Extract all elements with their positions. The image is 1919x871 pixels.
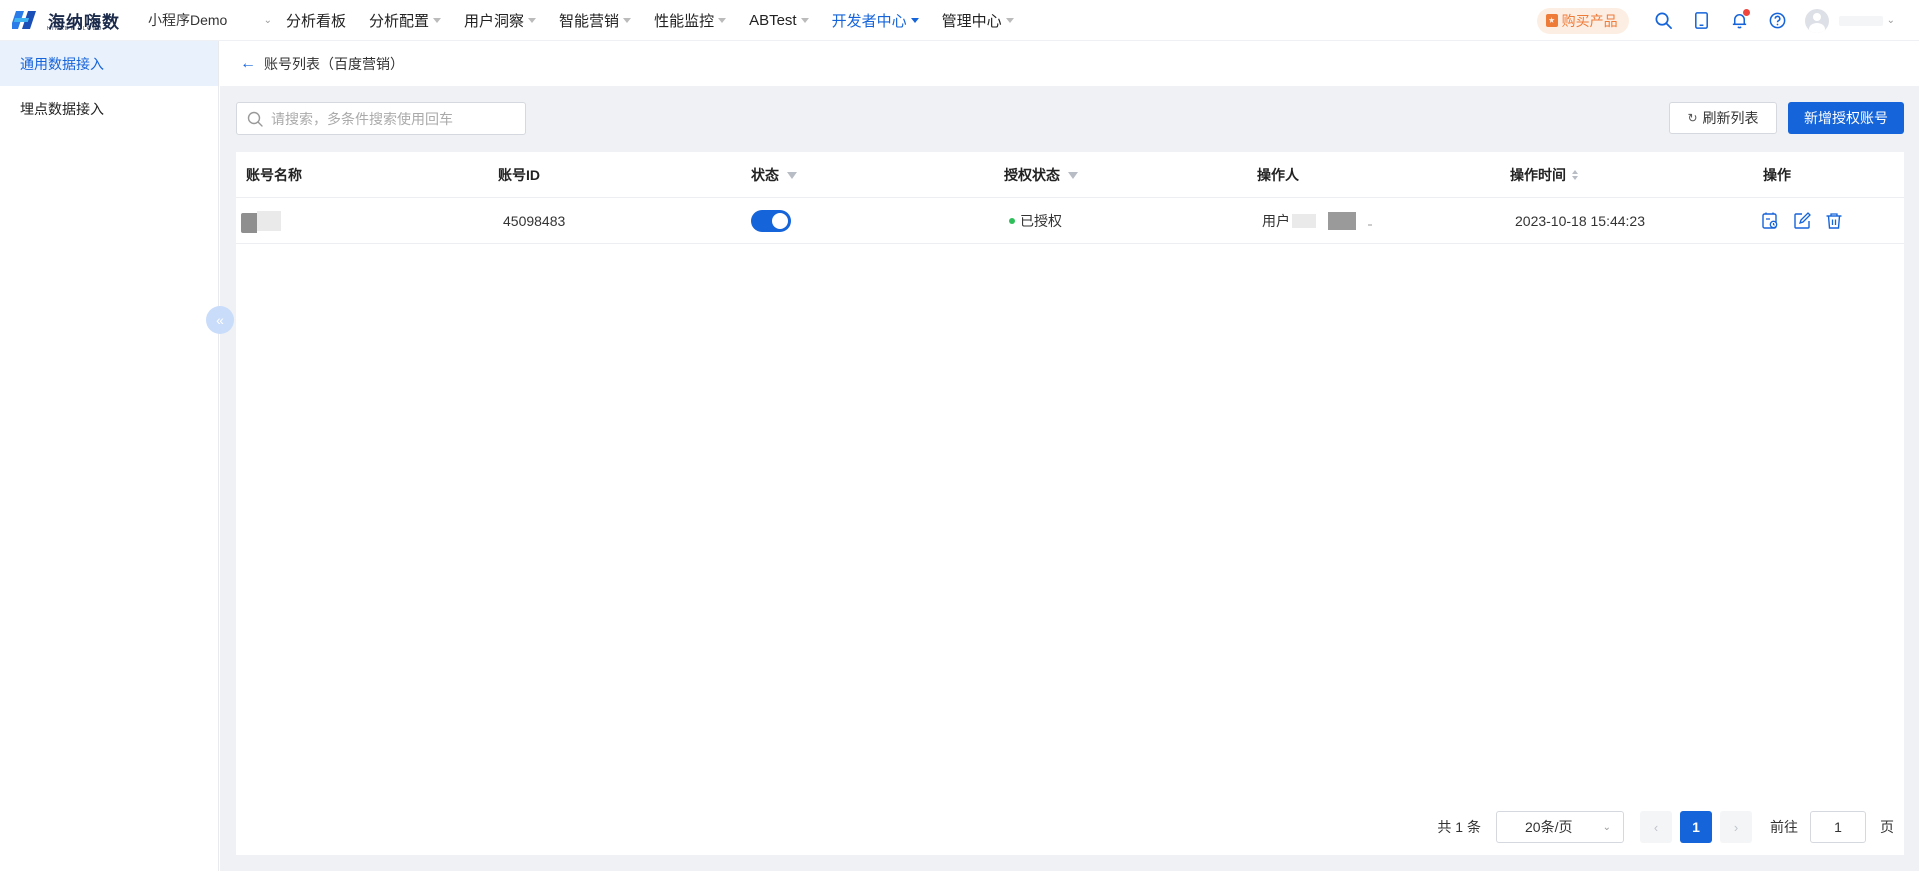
reauthorize-icon[interactable] bbox=[1760, 211, 1780, 231]
tablet-icon[interactable] bbox=[1683, 0, 1721, 41]
logo[interactable]: 海纳嗨数 HINADY CLOUD bbox=[10, 8, 122, 32]
search-icon[interactable] bbox=[1645, 0, 1683, 41]
goto-label: 前往 bbox=[1770, 819, 1798, 835]
column-header-auth-status: 授权状态 bbox=[1004, 152, 1078, 198]
edit-icon[interactable] bbox=[1792, 211, 1812, 231]
column-header-account-name: 账号名称 bbox=[246, 167, 302, 183]
account-id-cell: 45098483 bbox=[503, 213, 566, 229]
page-suffix: 页 bbox=[1880, 819, 1894, 835]
main-nav: 分析看板 分析配置 用户洞察 智能营销 性能监控 ABTest 开发者中心 管理… bbox=[286, 10, 1037, 31]
operation-time-cell: 2023-10-18 15:44:23 bbox=[1515, 213, 1645, 229]
project-select[interactable]: 小程序Demo ⌄ bbox=[148, 10, 272, 30]
bookmark-icon bbox=[1545, 14, 1558, 27]
prev-page-button[interactable]: ‹ bbox=[1640, 811, 1672, 843]
nav-item-marketing[interactable]: 智能营销 bbox=[559, 10, 632, 31]
total-count: 共 1 条 bbox=[1437, 819, 1481, 835]
top-right-tools: 购买产品 ⌄ bbox=[1536, 0, 1919, 41]
main-content: ← 账号列表（百度营销） ↻ 刷新列表 新增授权账号 账号名称 账号ID 状态 … bbox=[220, 41, 1919, 871]
auth-status-text: 已授权 bbox=[1020, 213, 1062, 229]
caret-down-icon bbox=[528, 17, 537, 23]
page-title: 账号列表（百度营销） bbox=[264, 55, 404, 72]
pagination: 共 1 条 20条/页 ⌄ ‹ 1 › 前往 页 bbox=[236, 799, 1904, 855]
caret-down-icon bbox=[718, 17, 727, 23]
nav-item-admin[interactable]: 管理中心 bbox=[942, 10, 1014, 31]
refresh-icon: ↻ bbox=[1687, 111, 1698, 125]
operator-redacted bbox=[1368, 224, 1372, 226]
status-dot bbox=[1009, 218, 1015, 224]
filter-icon[interactable] bbox=[1068, 171, 1078, 179]
add-authorized-account-button[interactable]: 新增授权账号 bbox=[1788, 102, 1904, 134]
nav-item-developer[interactable]: 开发者中心 bbox=[832, 10, 919, 31]
user-menu[interactable]: ⌄ bbox=[1804, 8, 1895, 33]
nav-item-user-insight[interactable]: 用户洞察 bbox=[464, 10, 537, 31]
chevron-down-icon: ⌄ bbox=[263, 14, 272, 26]
status-toggle-cell bbox=[751, 198, 791, 244]
search-box[interactable] bbox=[236, 102, 526, 135]
chevron-down-icon: ⌄ bbox=[1602, 821, 1611, 833]
caret-down-icon bbox=[800, 17, 809, 23]
sort-icon[interactable] bbox=[1572, 170, 1578, 180]
refresh-list-button[interactable]: ↻ 刷新列表 bbox=[1669, 102, 1777, 134]
nav-item-dashboard[interactable]: 分析看板 bbox=[286, 10, 346, 31]
page-size-select[interactable]: 20条/页 ⌄ bbox=[1496, 811, 1624, 843]
nav-item-performance[interactable]: 性能监控 bbox=[654, 10, 727, 31]
sidebar: 通用数据接入 埋点数据接入 bbox=[0, 41, 219, 871]
user-name-redacted bbox=[1838, 15, 1883, 26]
status-toggle[interactable] bbox=[751, 210, 791, 232]
avatar bbox=[1804, 8, 1829, 33]
bell-icon[interactable] bbox=[1721, 0, 1759, 41]
table-header: 账号名称 账号ID 状态 授权状态 操作人 操作时间 操作 bbox=[236, 152, 1904, 198]
column-header-status: 状态 bbox=[751, 152, 797, 198]
delete-icon[interactable] bbox=[1824, 211, 1844, 231]
caret-down-icon bbox=[433, 17, 442, 23]
column-header-operator: 操作人 bbox=[1257, 167, 1299, 183]
filter-icon[interactable] bbox=[787, 171, 797, 179]
breadcrumb: ← 账号列表（百度营销） bbox=[220, 41, 1919, 86]
buy-product-button[interactable]: 购买产品 bbox=[1536, 7, 1629, 34]
operator-prefix: 用户 bbox=[1262, 213, 1290, 229]
caret-down-icon bbox=[910, 17, 919, 23]
auth-status-cell: 已授权 bbox=[1009, 198, 1062, 244]
actions-cell bbox=[1760, 198, 1844, 244]
notification-dot bbox=[1742, 9, 1750, 16]
project-name: 小程序Demo bbox=[148, 12, 228, 28]
collapse-sidebar-button[interactable]: « bbox=[206, 306, 234, 334]
chevron-down-icon: ⌄ bbox=[1886, 15, 1895, 26]
back-arrow-icon[interactable]: ← bbox=[240, 55, 256, 73]
nav-item-abtest[interactable]: ABTest bbox=[749, 12, 809, 29]
goto-page-input[interactable] bbox=[1810, 811, 1866, 843]
sidebar-item-general-data[interactable]: 通用数据接入 bbox=[0, 41, 218, 86]
column-header-account-id: 账号ID bbox=[498, 167, 540, 183]
column-header-actions: 操作 bbox=[1763, 167, 1791, 183]
operator-cell: 用户 bbox=[1262, 198, 1372, 244]
account-name-redacted bbox=[241, 198, 281, 244]
caret-down-icon bbox=[623, 17, 632, 23]
double-chevron-left-icon: « bbox=[216, 312, 224, 328]
page-number-current[interactable]: 1 bbox=[1680, 811, 1712, 843]
column-header-operation-time: 操作时间 bbox=[1510, 152, 1578, 198]
search-input[interactable] bbox=[271, 110, 511, 127]
nav-item-analysis-config[interactable]: 分析配置 bbox=[369, 10, 442, 31]
accounts-table: 账号名称 账号ID 状态 授权状态 操作人 操作时间 操作 45098483 已… bbox=[236, 152, 1904, 855]
help-icon[interactable] bbox=[1759, 0, 1797, 41]
logo-subtext: HINADY CLOUD bbox=[47, 26, 103, 32]
operator-redacted bbox=[1328, 212, 1356, 230]
logo-mark-icon bbox=[10, 9, 46, 31]
sidebar-item-tracking-data[interactable]: 埋点数据接入 bbox=[0, 86, 218, 131]
top-navbar: 海纳嗨数 HINADY CLOUD 小程序Demo ⌄ 分析看板 分析配置 用户… bbox=[0, 0, 1919, 41]
search-icon bbox=[247, 111, 263, 127]
next-page-button[interactable]: › bbox=[1720, 811, 1752, 843]
table-row: 45098483 已授权 用户 2023-10-18 15:44:23 bbox=[236, 198, 1904, 244]
caret-down-icon bbox=[1005, 17, 1014, 23]
operator-redacted bbox=[1292, 214, 1316, 228]
